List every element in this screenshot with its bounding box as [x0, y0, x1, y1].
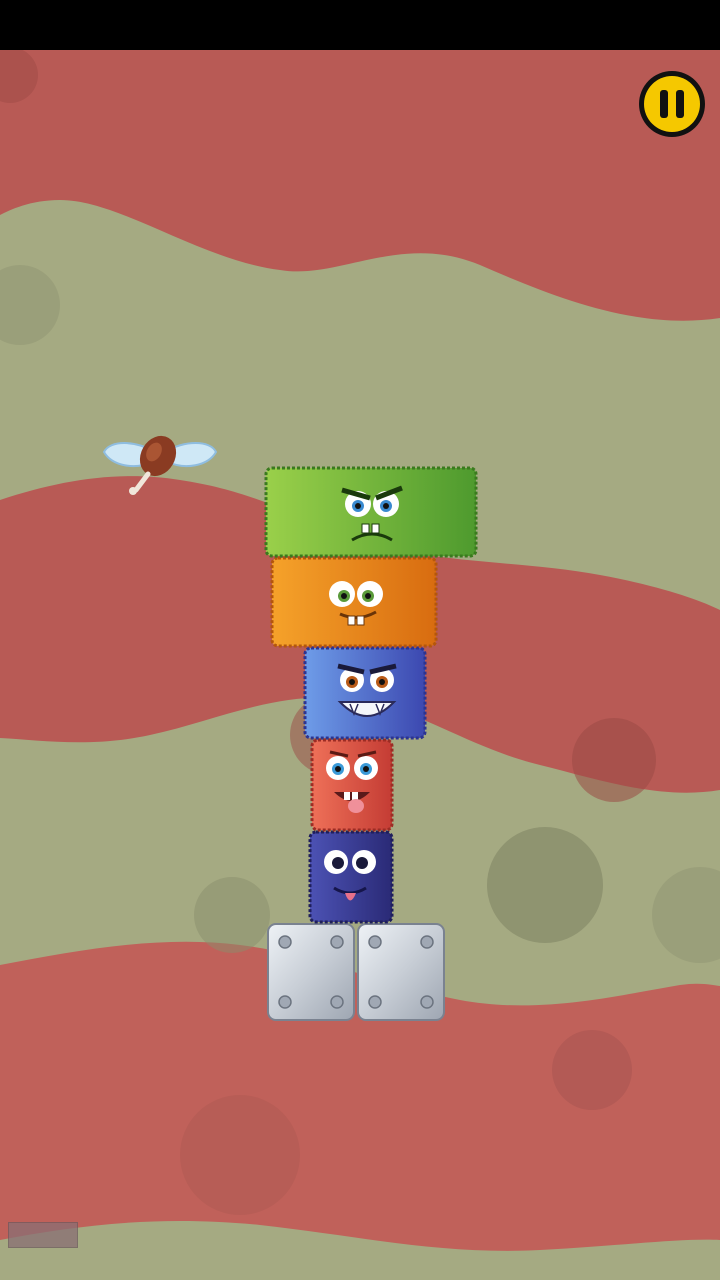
game-scene[interactable] [0, 50, 720, 1280]
blue-monster[interactable] [303, 646, 427, 740]
red-monster[interactable] [310, 738, 394, 832]
orange-monster[interactable] [270, 556, 438, 648]
green-monster[interactable] [264, 466, 478, 558]
progress-indicator [8, 1222, 78, 1248]
metal-block-left [267, 923, 355, 1021]
pause-button[interactable] [639, 71, 705, 137]
status-bar [0, 0, 720, 50]
metal-block-right [357, 923, 445, 1021]
navy-monster[interactable] [308, 830, 394, 924]
